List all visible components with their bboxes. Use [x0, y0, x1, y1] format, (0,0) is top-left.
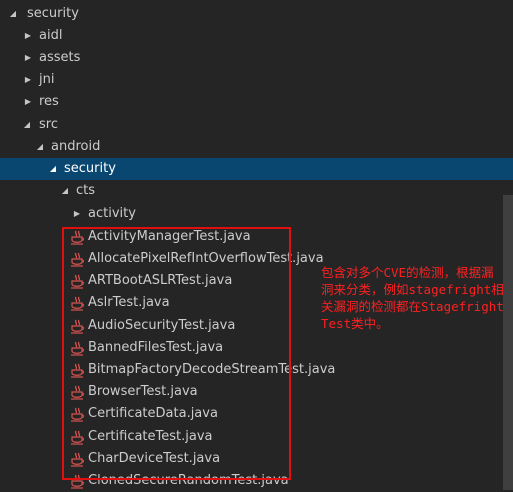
folder-label: jni [39, 72, 55, 87]
chevron-right-icon[interactable]: ▶ [23, 91, 33, 113]
folder-label: cts [76, 183, 96, 198]
file-item[interactable]: CertificateTest.java [0, 426, 513, 448]
tree-item-activity[interactable]: ▶ activity [0, 203, 513, 225]
chevron-down-icon[interactable]: ◢ [60, 180, 70, 202]
file-item[interactable]: BitmapFactoryDecodeStreamTest.java [0, 359, 513, 381]
folder-label: assets [39, 50, 81, 65]
java-coffee-cup-icon [71, 407, 84, 422]
tree-item-aidl[interactable]: ▶ aidl [0, 25, 513, 47]
java-coffee-cup-icon [71, 252, 84, 267]
file-label: ActivityManagerTest.java [88, 229, 251, 244]
chevron-down-icon[interactable]: ◢ [22, 114, 32, 136]
file-label: CharDeviceTest.java [88, 451, 221, 466]
folder-label: res [39, 94, 59, 109]
java-coffee-cup-icon [71, 474, 84, 489]
java-coffee-cup-icon [71, 341, 84, 356]
file-label: AllocatePixelRefIntOverflowTest.java [88, 251, 324, 266]
chevron-down-icon[interactable]: ◢ [8, 3, 18, 25]
java-coffee-cup-icon [71, 452, 84, 467]
folder-label: android [51, 139, 101, 154]
chevron-right-icon[interactable]: ▶ [23, 69, 33, 91]
tree-item-security-root[interactable]: ◢ security [0, 3, 513, 25]
tree-item-android[interactable]: ◢ android [0, 136, 513, 158]
tree-item-cts[interactable]: ◢ cts [0, 180, 513, 202]
file-label: BitmapFactoryDecodeStreamTest.java [88, 362, 336, 377]
java-coffee-cup-icon [71, 319, 84, 334]
folder-label: src [39, 117, 58, 132]
java-coffee-cup-icon [71, 230, 84, 245]
tree-item-assets[interactable]: ▶ assets [0, 47, 513, 69]
tree-item-res[interactable]: ▶ res [0, 91, 513, 113]
file-label: CertificateData.java [88, 406, 218, 421]
annotation-note: 包含对多个CVE的检测，根据漏洞来分类，例如stagefright相关漏洞的检测… [321, 265, 504, 331]
file-label: AudioSecurityTest.java [88, 318, 236, 333]
java-coffee-cup-icon [71, 385, 84, 400]
java-coffee-cup-icon [71, 430, 84, 445]
file-explorer-tree: ◢ security ▶ aidl ▶ assets ▶ jni ▶ res ◢… [0, 0, 513, 490]
java-coffee-cup-icon [71, 363, 84, 378]
file-label: BrowserTest.java [88, 384, 198, 399]
folder-label: activity [88, 206, 136, 221]
file-item[interactable]: BannedFilesTest.java [0, 337, 513, 359]
file-label: ClonedSecureRandomTest.java [88, 473, 289, 488]
file-item[interactable]: ClonedSecureRandomTest.java [0, 470, 513, 492]
file-item[interactable]: BrowserTest.java [0, 381, 513, 403]
folder-label: aidl [39, 28, 63, 43]
file-item[interactable]: CertificateData.java [0, 403, 513, 425]
java-coffee-cup-icon [71, 296, 84, 311]
folder-label: security [64, 161, 116, 176]
file-item[interactable]: ActivityManagerTest.java [0, 226, 513, 248]
chevron-down-icon[interactable]: ◢ [48, 158, 58, 180]
chevron-down-icon[interactable]: ◢ [35, 136, 45, 158]
chevron-right-icon[interactable]: ▶ [72, 203, 82, 225]
folder-label: security [27, 6, 79, 21]
tree-item-security-package[interactable]: ◢ security [0, 158, 513, 180]
java-coffee-cup-icon [71, 274, 84, 289]
file-label: AslrTest.java [88, 295, 170, 310]
file-label: CertificateTest.java [88, 429, 213, 444]
vertical-scrollbar[interactable] [503, 195, 513, 490]
chevron-right-icon[interactable]: ▶ [23, 25, 33, 47]
file-label: ARTBootASLRTest.java [88, 273, 233, 288]
file-label: BannedFilesTest.java [88, 340, 224, 355]
tree-item-jni[interactable]: ▶ jni [0, 69, 513, 91]
tree-item-src[interactable]: ◢ src [0, 114, 513, 136]
file-item[interactable]: CharDeviceTest.java [0, 448, 513, 470]
chevron-right-icon[interactable]: ▶ [23, 47, 33, 69]
